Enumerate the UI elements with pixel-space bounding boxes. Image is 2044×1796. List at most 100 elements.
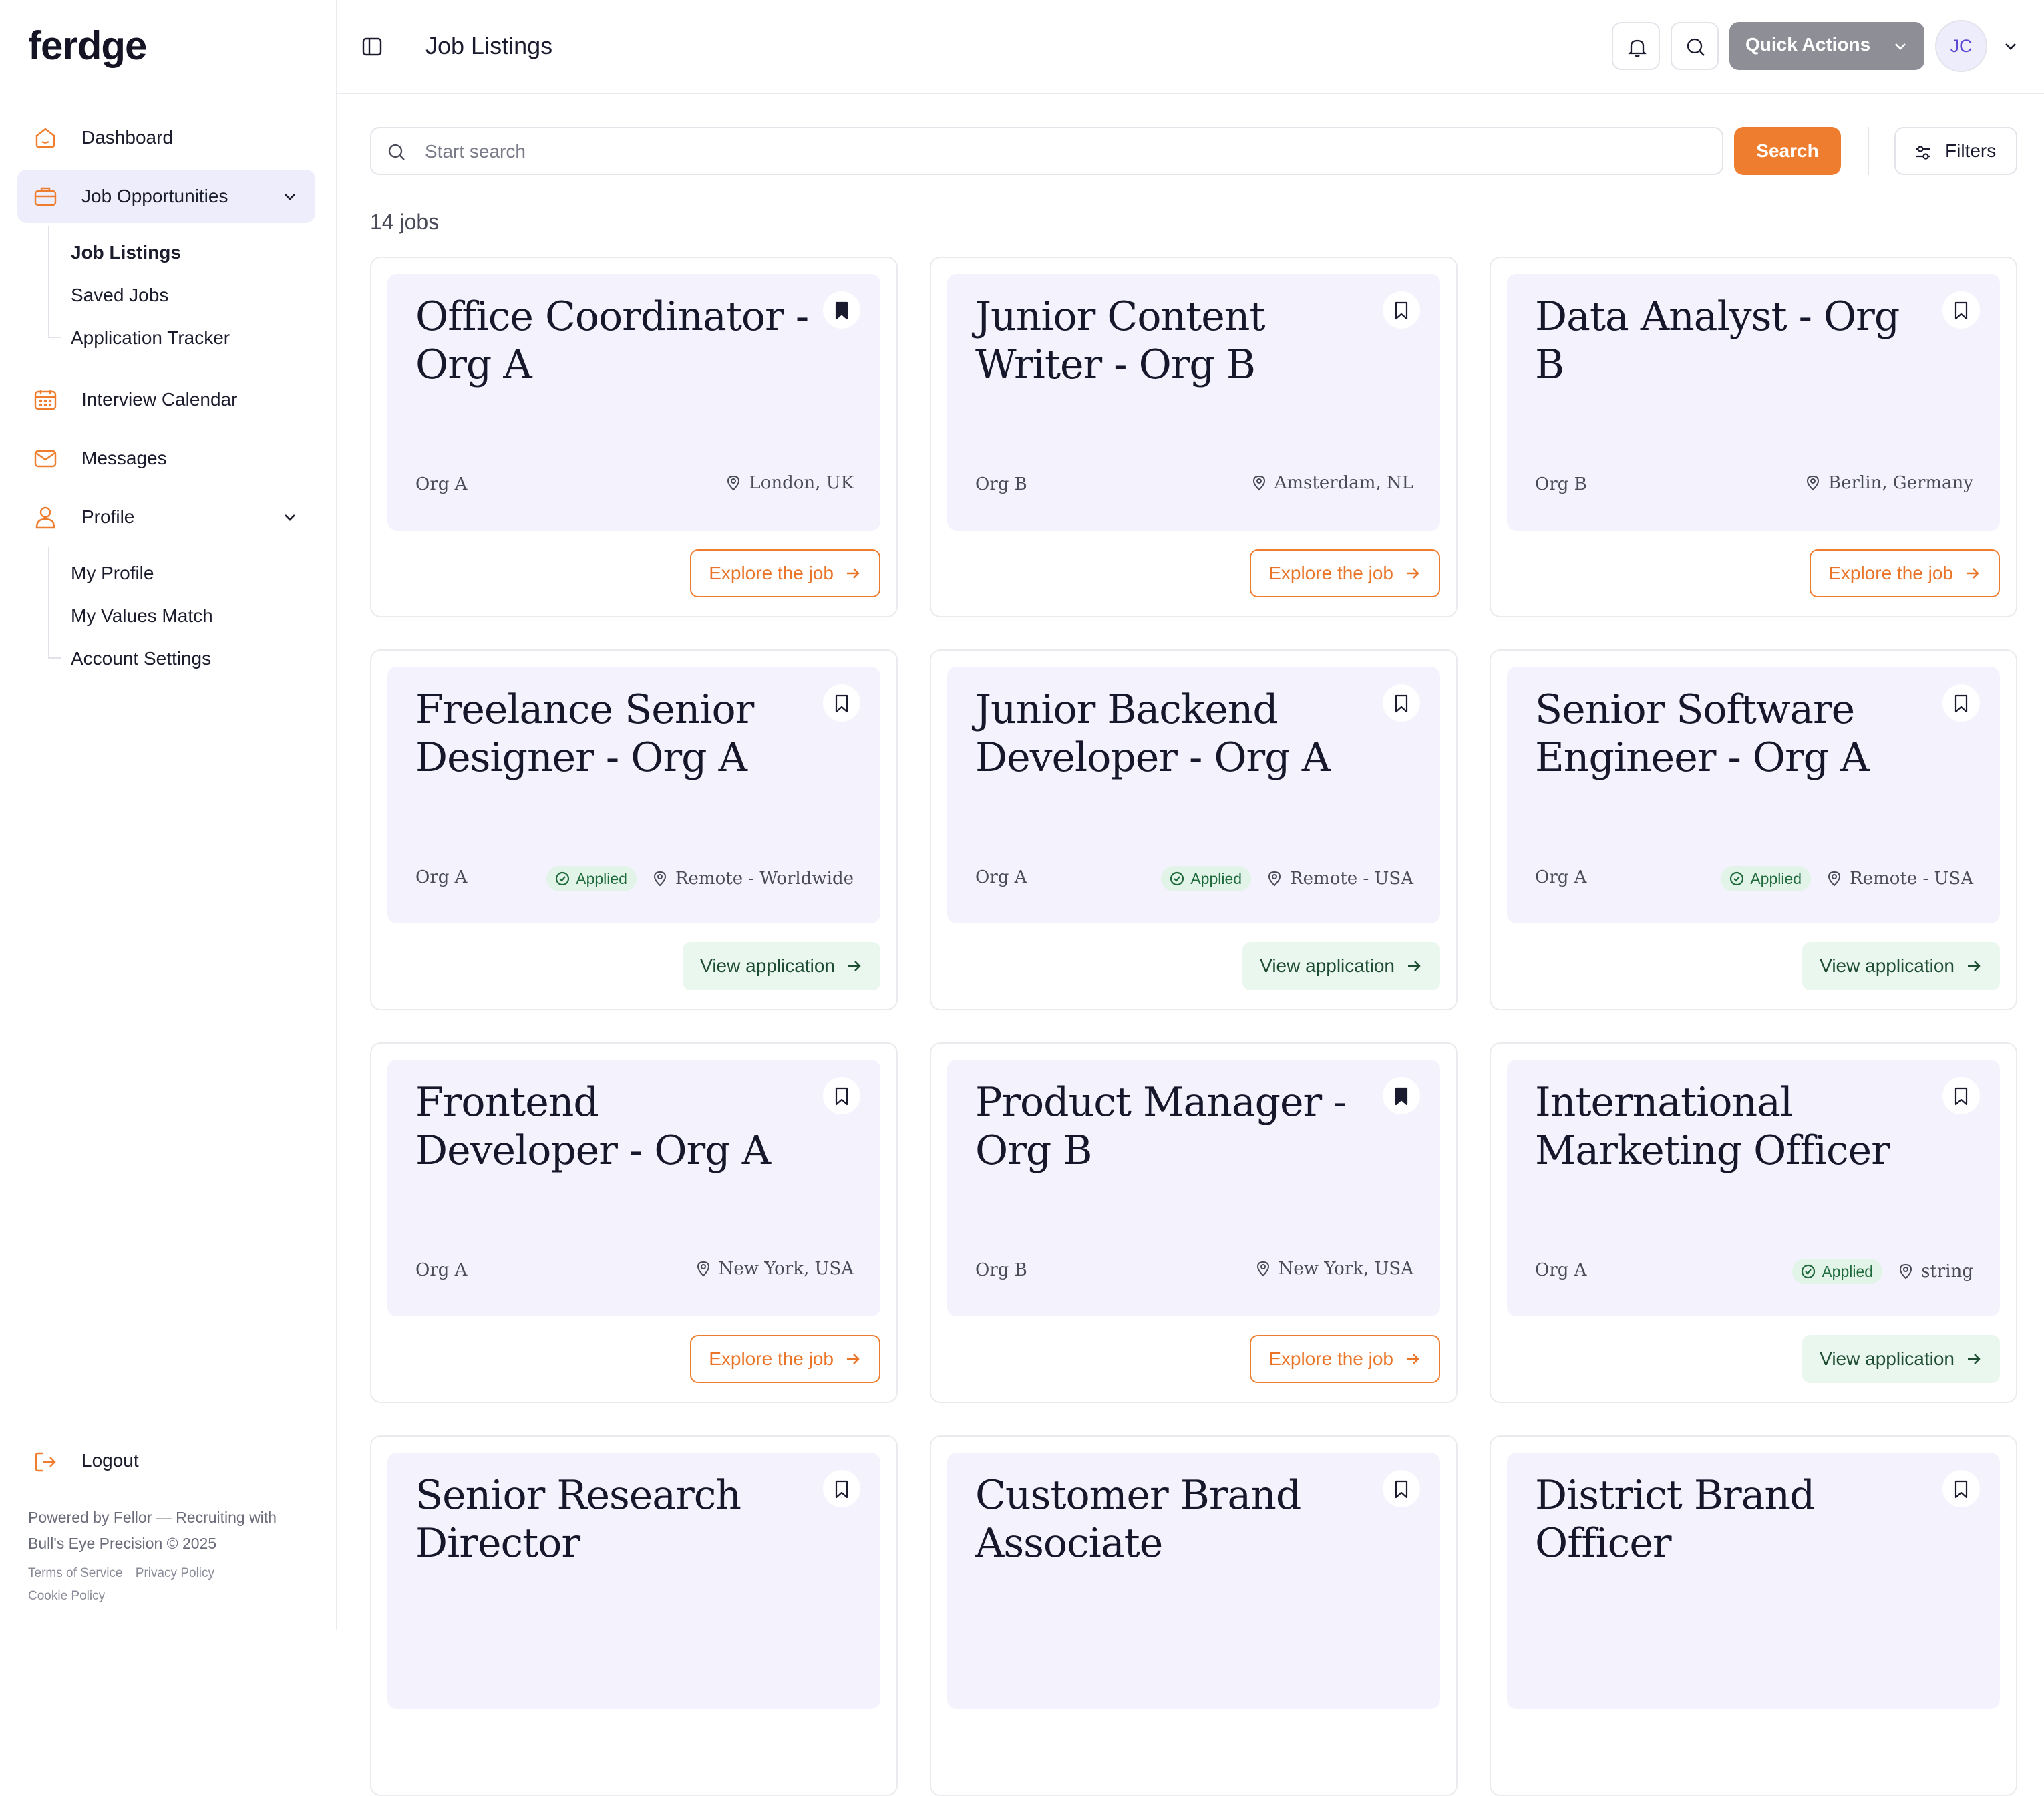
sidebar-item-job-opportunities[interactable]: Job Opportunities [17, 170, 315, 223]
bookmark-filled-icon [1395, 1087, 1408, 1106]
bookmark-button[interactable] [823, 1077, 860, 1114]
job-card[interactable]: District Brand Officer [1490, 1435, 2017, 1796]
job-title[interactable]: Product Manager - Org B [975, 1078, 1369, 1175]
explore-job-button[interactable]: Explore the job [1250, 1335, 1440, 1383]
terms-link[interactable]: Terms of Service [28, 1566, 122, 1580]
job-title[interactable]: International Marketing Officer [1535, 1078, 1929, 1175]
bookmark-button[interactable] [1383, 1077, 1420, 1114]
bookmark-button[interactable] [1383, 291, 1420, 329]
filters-label: Filters [1945, 140, 1997, 161]
filters-button[interactable]: Filters [1894, 127, 2017, 175]
calendar-icon [34, 390, 57, 410]
logout-button[interactable]: Logout [17, 1435, 315, 1489]
job-location: New York, USA [1254, 1259, 1413, 1279]
arrow-right-icon [1968, 1354, 1981, 1364]
job-card[interactable]: Office Coordinator - Org A Org A London,… [370, 257, 898, 617]
job-card[interactable]: Product Manager - Org B Org B New York, … [930, 1042, 1458, 1403]
sidebar-item-messages[interactable]: Messages [17, 432, 315, 485]
sidebar-subitem-my-values-match[interactable]: My Values Match [71, 605, 213, 627]
job-title[interactable]: Office Coordinator - Org A [415, 293, 810, 389]
company-name: Org A [415, 1260, 468, 1280]
map-pin-icon [1900, 1263, 1912, 1280]
location-text: London, UK [749, 473, 854, 493]
sidebar-item-interview-calendar[interactable]: Interview Calendar [17, 373, 315, 426]
job-title[interactable]: Junior Content Writer - Org B [975, 293, 1369, 389]
explore-job-button[interactable]: Explore the job [1810, 549, 2000, 597]
sidebar-subitem-saved-jobs[interactable]: Saved Jobs [71, 285, 168, 306]
job-location: Applied Remote - USA [1721, 866, 1973, 891]
job-card[interactable]: Customer Brand Associate [930, 1435, 1458, 1796]
job-title[interactable]: Customer Brand Associate [975, 1471, 1369, 1567]
job-card[interactable]: Junior Content Writer - Org B Org B Amst… [930, 257, 1458, 617]
chevron-down-icon[interactable] [2001, 36, 2021, 56]
sidebar-subitem-application-tracker[interactable]: Application Tracker [71, 327, 230, 349]
bookmark-button[interactable] [1942, 1470, 1980, 1507]
job-title[interactable]: Junior Backend Developer - Org A [975, 686, 1369, 782]
job-location: Applied string [1792, 1259, 1973, 1284]
job-title[interactable]: Frontend Developer - Org A [415, 1078, 810, 1175]
job-title[interactable]: Senior Research Director [415, 1471, 810, 1567]
sidebar-toggle-icon[interactable] [359, 33, 385, 60]
job-card[interactable]: Freelance Senior Designer - Org A Org A … [370, 649, 898, 1010]
search-button[interactable]: Search [1734, 127, 1841, 175]
explore-job-button[interactable]: Explore the job [1250, 549, 1440, 597]
bookmark-icon [1395, 301, 1408, 320]
footer-links: Terms of Service Privacy Policy [28, 1566, 224, 1581]
job-title[interactable]: Freelance Senior Designer - Org A [415, 686, 810, 782]
arrow-right-icon [848, 961, 861, 971]
job-card[interactable]: Senior Research Director [370, 1435, 898, 1796]
applied-label: Applied [1750, 869, 1802, 887]
bookmark-button[interactable] [1942, 1077, 1980, 1114]
bookmark-button[interactable] [1942, 291, 1980, 329]
sliders-icon [1916, 146, 1930, 160]
cookie-link[interactable]: Cookie Policy [28, 1589, 105, 1603]
bookmark-icon [835, 1480, 848, 1499]
chevron-down-icon [285, 194, 295, 200]
arrow-right-icon [847, 568, 860, 579]
job-count: 14 jobs [370, 210, 440, 234]
bookmark-button[interactable] [1383, 1470, 1420, 1507]
applied-label: Applied [1190, 869, 1242, 887]
job-title[interactable]: District Brand Officer [1535, 1471, 1929, 1567]
bookmark-button[interactable] [823, 684, 860, 722]
bookmark-button[interactable] [1942, 684, 1980, 722]
sidebar-item-label: Interview Calendar [81, 389, 238, 410]
explore-job-button[interactable]: Explore the job [690, 1335, 880, 1383]
job-card-header: Freelance Senior Designer - Org A Org A … [387, 667, 880, 923]
view-application-button[interactable]: View application [1242, 942, 1440, 990]
sidebar-item-dashboard[interactable]: Dashboard [17, 111, 315, 164]
job-title[interactable]: Senior Software Engineer - Org A [1535, 686, 1929, 782]
view-application-button[interactable]: View application [683, 942, 880, 990]
sidebar-subitem-my-profile[interactable]: My Profile [71, 563, 154, 584]
job-card[interactable]: Senior Software Engineer - Org A Org A A… [1490, 649, 2017, 1010]
location-text: Remote - Worldwide [675, 869, 854, 889]
job-card-header: District Brand Officer [1507, 1453, 2000, 1709]
avatar[interactable]: JC [1935, 20, 1987, 72]
quick-actions-button[interactable]: Quick Actions [1729, 22, 1924, 70]
job-card[interactable]: Junior Backend Developer - Org A Org A A… [930, 649, 1458, 1010]
explore-job-button[interactable]: Explore the job [690, 549, 880, 597]
privacy-link[interactable]: Privacy Policy [136, 1566, 214, 1580]
sidebar-subitem-account-settings[interactable]: Account Settings [71, 648, 211, 669]
view-application-button[interactable]: View application [1802, 942, 2000, 990]
search-input[interactable] [423, 136, 1693, 167]
job-location: New York, USA [695, 1259, 854, 1279]
bookmark-button[interactable] [1383, 684, 1420, 722]
search-toggle-button[interactable] [1671, 22, 1719, 70]
job-card[interactable]: Frontend Developer - Org A Org A New Yor… [370, 1042, 898, 1403]
brand-logo[interactable]: ferdge [28, 23, 147, 69]
bookmark-button[interactable] [823, 291, 860, 329]
job-card-header: Senior Software Engineer - Org A Org A A… [1507, 667, 2000, 923]
job-card[interactable]: International Marketing Officer Org A Ap… [1490, 1042, 2017, 1403]
job-title[interactable]: Data Analyst - Org B [1535, 293, 1929, 389]
sidebar-subitem-job-listings[interactable]: Job Listings [71, 242, 181, 263]
notifications-button[interactable] [1612, 22, 1660, 70]
job-card[interactable]: Data Analyst - Org B Org B Berlin, Germa… [1490, 257, 2017, 617]
job-location: Berlin, Germany [1804, 473, 1973, 493]
bookmark-button[interactable] [823, 1470, 860, 1507]
sidebar-item-profile[interactable]: Profile [17, 490, 315, 544]
briefcase-icon [34, 187, 57, 206]
action-label: Explore the job [709, 563, 834, 583]
view-application-button[interactable]: View application [1802, 1335, 2000, 1383]
search-field[interactable] [370, 127, 1723, 175]
